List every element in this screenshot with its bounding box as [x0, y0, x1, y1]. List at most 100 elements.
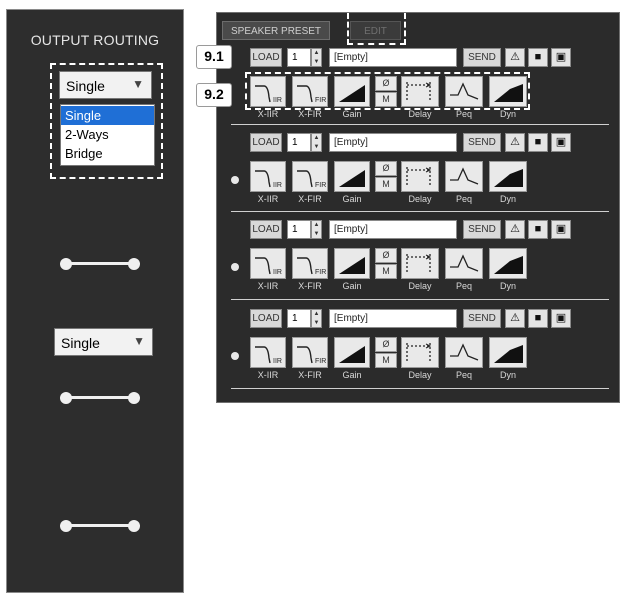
output-routing-panel: OUTPUT ROUTING Single ▼ Single 2-Ways Br… — [6, 9, 184, 593]
folder-icon[interactable]: ■ — [528, 309, 548, 328]
preset-number-spinner[interactable]: ▲ ▼ — [311, 220, 322, 239]
routing-select-1[interactable]: Single ▼ — [59, 71, 152, 99]
routing-dropdown: Single 2-Ways Bridge — [60, 104, 155, 166]
folder-icon[interactable]: ■ — [528, 133, 548, 152]
label-gain: Gain — [342, 194, 362, 204]
link-connector-2 — [60, 392, 140, 404]
warning-icon[interactable]: ⚠ — [505, 48, 525, 67]
send-button[interactable]: SEND — [463, 220, 501, 239]
delay-block[interactable] — [401, 337, 439, 368]
gain-block[interactable] — [334, 248, 370, 279]
x-iir-block[interactable]: IIR — [250, 248, 286, 279]
label-delay: Delay — [408, 281, 432, 291]
phase-icon[interactable]: Ø — [375, 248, 397, 263]
label-gain: Gain — [342, 370, 362, 380]
phase-icon[interactable]: Ø — [375, 161, 397, 176]
phase-mute-block[interactable]: Ø M — [375, 337, 397, 368]
output-routing-title: OUTPUT ROUTING — [30, 32, 160, 48]
peq-block[interactable] — [445, 337, 483, 368]
preset-name-field[interactable]: [Empty] — [329, 309, 457, 328]
svg-text:FIR: FIR — [315, 358, 326, 365]
label-dyn: Dyn — [499, 370, 516, 380]
dropdown-option-2-ways[interactable]: 2-Ways — [61, 125, 154, 144]
x-fir-block[interactable]: FIR — [292, 337, 328, 368]
dyn-block[interactable] — [489, 161, 527, 192]
label-peq: Peq — [455, 370, 472, 380]
delay-block[interactable] — [401, 161, 439, 192]
label-x-fir: X-FIR — [298, 281, 322, 291]
label-x-iir: X-IIR — [257, 370, 279, 380]
tab-speaker-preset[interactable]: SPEAKER PRESET — [222, 21, 331, 40]
save-icon[interactable]: ▣ — [551, 309, 571, 328]
label-peq: Peq — [455, 194, 472, 204]
label-x-iir: X-IIR — [257, 109, 279, 119]
label-x-fir: X-FIR — [298, 194, 322, 204]
preset-number-spinner[interactable]: ▲ ▼ — [311, 48, 322, 67]
peq-block[interactable] — [445, 161, 483, 192]
folder-icon[interactable]: ■ — [528, 48, 548, 67]
load-button[interactable]: LOAD — [250, 133, 282, 152]
load-button[interactable]: LOAD — [250, 220, 282, 239]
label-gain: Gain — [342, 281, 362, 291]
load-button[interactable]: LOAD — [250, 48, 282, 67]
preset-number-spinner[interactable]: ▲ ▼ — [311, 309, 322, 328]
dropdown-option-bridge[interactable]: Bridge — [61, 144, 154, 163]
x-iir-block[interactable]: IIR — [250, 337, 286, 368]
send-button[interactable]: SEND — [463, 48, 501, 67]
phase-mute-block[interactable]: Ø M — [375, 161, 397, 192]
save-icon[interactable]: ▣ — [551, 48, 571, 67]
label-gain: Gain — [342, 109, 362, 119]
slot-indicator-dot — [231, 176, 239, 184]
speaker-preset-panel: SPEAKER PRESET EDIT LOAD 1 ▲ ▼ [Empty] SE… — [216, 12, 620, 403]
routing-select-2[interactable]: Single ▼ — [54, 328, 153, 356]
save-icon[interactable]: ▣ — [551, 220, 571, 239]
gain-block[interactable] — [334, 161, 370, 192]
delay-block[interactable] — [401, 248, 439, 279]
svg-text:FIR: FIR — [315, 182, 326, 189]
preset-number-spinner[interactable]: ▲ ▼ — [311, 133, 322, 152]
send-button[interactable]: SEND — [463, 133, 501, 152]
callout-9-1: 9.1 — [196, 45, 232, 69]
gain-block[interactable] — [334, 337, 370, 368]
slot-divider — [231, 211, 609, 212]
label-dyn: Dyn — [499, 109, 516, 119]
label-delay: Delay — [408, 370, 432, 380]
link-connector-3 — [60, 520, 140, 532]
warning-icon[interactable]: ⚠ — [505, 220, 525, 239]
x-iir-block[interactable]: IIR — [250, 161, 286, 192]
label-dyn: Dyn — [499, 281, 516, 291]
phase-mute-block[interactable]: Ø M — [375, 248, 397, 279]
dyn-block[interactable] — [489, 337, 527, 368]
save-icon[interactable]: ▣ — [551, 133, 571, 152]
mute-icon[interactable]: M — [375, 264, 397, 279]
folder-icon[interactable]: ■ — [528, 220, 548, 239]
dyn-block[interactable] — [489, 248, 527, 279]
peq-block[interactable] — [445, 248, 483, 279]
preset-number-field[interactable]: 1 — [287, 309, 311, 328]
slot-divider — [231, 124, 609, 125]
preset-number-field[interactable]: 1 — [287, 133, 311, 152]
preset-name-field[interactable]: [Empty] — [329, 220, 457, 239]
x-fir-block[interactable]: FIR — [292, 248, 328, 279]
load-button[interactable]: LOAD — [250, 309, 282, 328]
preset-name-field[interactable]: [Empty] — [329, 48, 457, 67]
preset-number-field[interactable]: 1 — [287, 220, 311, 239]
preset-number-field[interactable]: 1 — [287, 48, 311, 67]
x-fir-block[interactable]: FIR — [292, 161, 328, 192]
preset-name-field[interactable]: [Empty] — [329, 133, 457, 152]
slot-divider — [231, 299, 609, 300]
slot-divider — [231, 388, 609, 389]
chevron-down-icon: ▼ — [132, 77, 144, 91]
link-connector-1 — [60, 258, 140, 270]
routing-select-1-value: Single — [66, 78, 105, 94]
warning-icon[interactable]: ⚠ — [505, 309, 525, 328]
send-button[interactable]: SEND — [463, 309, 501, 328]
dropdown-option-single[interactable]: Single — [61, 106, 154, 125]
warning-icon[interactable]: ⚠ — [505, 133, 525, 152]
label-x-fir: X-FIR — [298, 370, 322, 380]
label-x-iir: X-IIR — [257, 194, 279, 204]
svg-text:IIR: IIR — [273, 358, 282, 365]
mute-icon[interactable]: M — [375, 177, 397, 192]
phase-icon[interactable]: Ø — [375, 337, 397, 352]
mute-icon[interactable]: M — [375, 353, 397, 368]
